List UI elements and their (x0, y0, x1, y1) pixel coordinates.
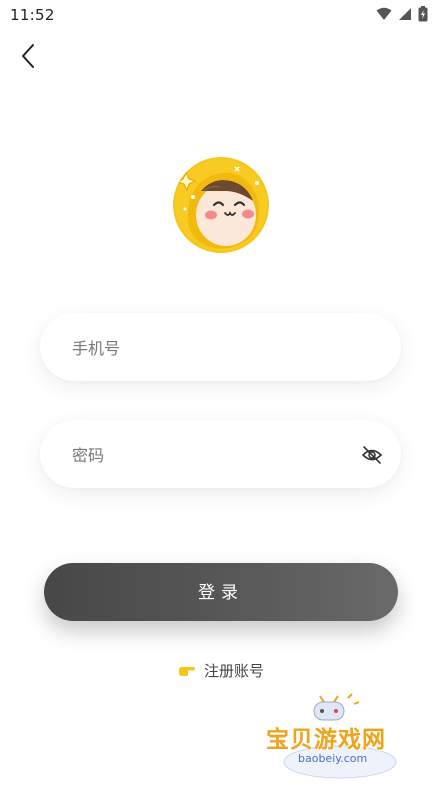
app-avatar-logo (173, 157, 269, 253)
phone-input[interactable] (70, 313, 354, 383)
watermark-logo: 宝贝游戏网 baobeiy.com (262, 690, 412, 782)
register-link[interactable]: 注册账号 (178, 660, 264, 681)
battery-icon (418, 6, 428, 22)
phone-field[interactable] (40, 313, 401, 383)
eye-off-icon (361, 446, 383, 464)
chevron-left-icon (22, 44, 34, 68)
password-visibility-toggle[interactable] (361, 444, 383, 466)
watermark-url: baobeiy.com (298, 752, 368, 765)
status-bar: 11:52 (0, 0, 442, 30)
login-button[interactable]: 登录 (44, 563, 398, 621)
register-label: 注册账号 (204, 662, 265, 680)
password-field[interactable] (40, 420, 401, 490)
back-button[interactable] (14, 42, 42, 70)
password-input[interactable] (70, 420, 354, 490)
watermark-title: 宝贝游戏网 (266, 727, 386, 753)
pointing-hand-icon (179, 666, 195, 676)
status-time: 11:52 (10, 6, 55, 24)
wifi-icon (376, 7, 392, 20)
status-icons (376, 6, 428, 22)
signal-icon (399, 8, 411, 20)
